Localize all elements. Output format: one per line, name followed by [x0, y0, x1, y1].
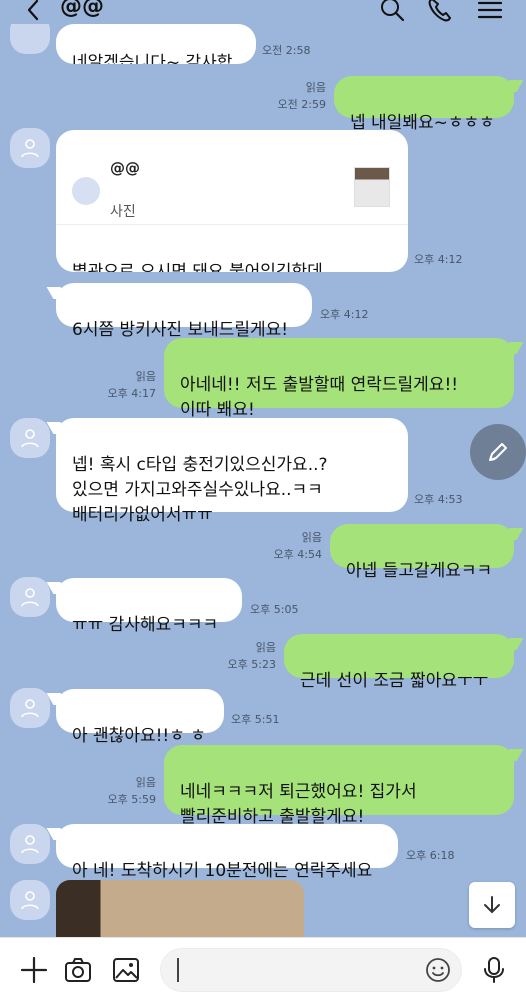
- message-text: ㅠㅠ 감사해요ㅋㅋㅋ: [72, 615, 219, 635]
- message-time: 오전 2:59: [277, 98, 326, 111]
- message-time: 오후 4:12: [320, 308, 369, 321]
- arrow-down-icon: [484, 896, 500, 914]
- text-caret: [177, 958, 179, 982]
- edit-floating-button[interactable]: [470, 424, 526, 480]
- message-bubble[interactable]: 네알겠습니다~ 감사합니다: [56, 24, 256, 64]
- message-time: 오후 5:59: [107, 793, 156, 806]
- message-time: 오후 4:54: [273, 548, 322, 561]
- read-receipt: 읽음: [255, 641, 276, 654]
- person-icon: [21, 835, 39, 854]
- message-time: 오후 4:53: [414, 493, 463, 506]
- message-bubble[interactable]: 아 네! 도착하시기 10분전에는 연락주세요: [56, 824, 398, 881]
- chat-area[interactable]: 네알겠습니다~ 감사합니다 오전 2:58 읽음 오전 2:59 넵 내일봬요~…: [0, 0, 526, 937]
- message-time: 오후 4:12: [414, 253, 463, 266]
- message-text: 아 괜찮아요!!ㅎ ㅎ: [72, 726, 206, 746]
- message-bubble[interactable]: 근데 선이 조금 짧아요ㅜㅜ: [284, 634, 514, 691]
- pencil-icon: [489, 443, 507, 461]
- card-sender-name: @@: [110, 159, 140, 177]
- photo-message-card[interactable]: @@ 사진 별관으로 오시면 돼요 붙어있긴한데 본관별관이 따로 잇나봐용: [56, 130, 408, 272]
- card-subtitle: 사진: [110, 204, 136, 220]
- chevron-left-icon[interactable]: [22, 0, 46, 22]
- avatar[interactable]: [10, 824, 50, 864]
- image-icon[interactable]: [112, 956, 140, 984]
- chat-header: @@: [0, 0, 526, 24]
- microphone-icon[interactable]: [480, 956, 508, 984]
- camera-icon[interactable]: [64, 956, 92, 984]
- person-icon: [21, 588, 39, 607]
- read-receipt: 읽음: [135, 370, 156, 383]
- message-text: 네알겠습니다~ 감사합니다: [72, 53, 233, 64]
- avatar[interactable]: [10, 688, 50, 728]
- card-avatar: [72, 176, 100, 205]
- person-icon: [21, 699, 39, 718]
- message-time: 오후 5:51: [231, 713, 280, 726]
- message-time: 오후 5:23: [227, 658, 276, 671]
- message-bubble[interactable]: 넵 내일봬요~ㅎㅎㅎ: [334, 76, 514, 133]
- message-text: 근데 선이 조금 짧아요ㅜㅜ: [300, 671, 489, 691]
- message-time: 오후 5:05: [250, 603, 299, 616]
- plus-icon[interactable]: [20, 956, 48, 984]
- emoji-icon[interactable]: [425, 957, 451, 983]
- message-text: 넵! 혹시 c타입 충전기있으신가요..? 있으면 가지고와주실수있나요..ㅋㅋ…: [72, 455, 328, 525]
- message-bubble[interactable]: 아넵 들고갈게요ㅋㅋ: [330, 524, 514, 581]
- read-receipt: 읽음: [135, 776, 156, 789]
- message-text: 아네네!! 저도 출발할때 연락드릴게요!! 이따 봬요!: [180, 375, 459, 420]
- message-time: 오후 4:17: [107, 387, 156, 400]
- message-bubble[interactable]: ㅠㅠ 감사해요ㅋㅋㅋ: [56, 578, 242, 635]
- phone-icon[interactable]: [426, 0, 454, 24]
- scroll-to-bottom-button[interactable]: [469, 882, 515, 928]
- message-text: 6시쯤 방키사진 보내드릴게요!: [72, 320, 289, 340]
- card-header[interactable]: @@ 사진: [56, 155, 408, 225]
- avatar[interactable]: [10, 577, 50, 617]
- message-text: 아 네! 도착하시기 10분전에는 연락주세요: [72, 861, 373, 881]
- avatar[interactable]: [10, 880, 50, 920]
- search-icon[interactable]: [378, 0, 406, 24]
- menu-icon[interactable]: [476, 0, 504, 24]
- read-receipt: 읽음: [305, 81, 326, 94]
- message-bubble[interactable]: 넵! 혹시 c타입 충전기있으신가요..? 있으면 가지고와주실수있나요..ㅋㅋ…: [56, 418, 408, 525]
- message-time: 오후 6:18: [406, 849, 455, 862]
- person-icon: [21, 891, 39, 910]
- chat-title: @@: [60, 0, 104, 19]
- person-icon: [21, 139, 39, 158]
- read-receipt: 읽음: [301, 531, 322, 544]
- message-time: 오전 2:58: [262, 44, 311, 57]
- message-text: 별관으로 오시면 돼요 붙어있긴한데 본관별관이 따로 잇나봐용: [72, 262, 323, 272]
- message-input[interactable]: [160, 948, 462, 992]
- message-bubble[interactable]: 아 괜찮아요!!ㅎ ㅎ: [56, 689, 224, 746]
- person-icon: [21, 429, 39, 448]
- message-bubble[interactable]: 6시쯤 방키사진 보내드릴게요!: [56, 283, 312, 340]
- message-bubble[interactable]: 아네네!! 저도 출발할때 연락드릴게요!! 이따 봬요!: [164, 338, 514, 420]
- message-input-bar: [0, 937, 526, 1000]
- image-message[interactable]: [56, 880, 304, 937]
- avatar[interactable]: [10, 418, 50, 458]
- message-text: 아넵 들고갈게요ㅋㅋ: [346, 561, 493, 581]
- message-text: 네네ㅋㅋㅋ저 퇴근했어요! 집가서 빨리준비하고 출발할게요!: [180, 782, 417, 827]
- message-bubble[interactable]: 네네ㅋㅋㅋ저 퇴근했어요! 집가서 빨리준비하고 출발할게요!: [164, 745, 514, 827]
- avatar[interactable]: [10, 128, 50, 168]
- card-thumbnail[interactable]: [354, 167, 390, 207]
